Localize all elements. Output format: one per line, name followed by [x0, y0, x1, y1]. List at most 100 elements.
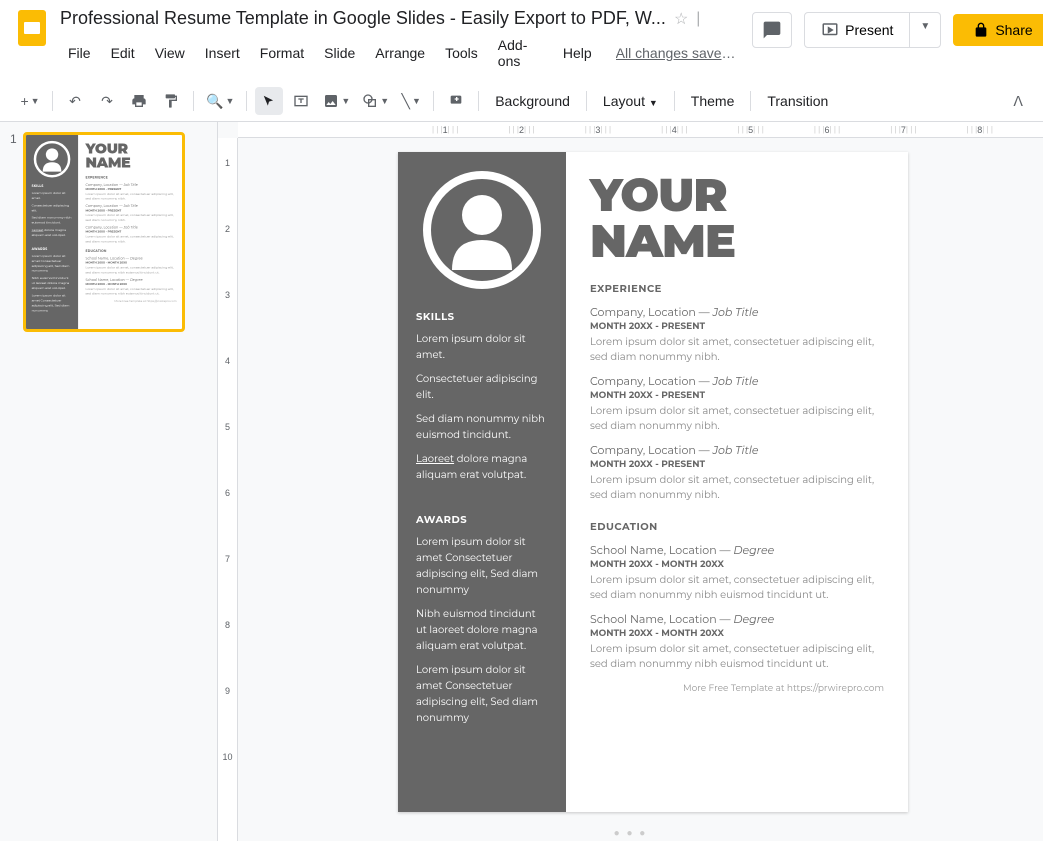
education-heading[interactable]: EDUCATION [85, 249, 176, 253]
job-entry[interactable]: Company, Location — Job Title [590, 443, 884, 457]
menu-tools[interactable]: Tools [437, 41, 486, 65]
job-entry[interactable]: Company, Location — Job Title [590, 374, 884, 388]
job-desc[interactable]: Lorem ipsum dolor sit amet, consectetuer… [85, 234, 176, 243]
edu-date[interactable]: MONTH 20XX - MONTH 20XX [85, 261, 176, 264]
skill-item[interactable]: Consectetuer adipiscing elit. [31, 203, 72, 213]
job-date[interactable]: MONTH 20XX - PRESENT [85, 230, 176, 233]
award-item[interactable]: Nibh euismod tincidunt ut laoreet dolore… [416, 606, 548, 654]
skill-item[interactable]: Laoreet dolore magna aliquam erat volutp… [416, 451, 548, 483]
menu-file[interactable]: File [60, 41, 99, 65]
collapse-toolbar-button[interactable]: ᐱ [1009, 89, 1027, 114]
award-item[interactable]: Lorem ipsum dolor sit amet Consectetuer … [31, 253, 72, 273]
image-tool[interactable]: ▼ [319, 87, 354, 115]
job-entry[interactable]: Company, Location — Job Title [85, 204, 176, 208]
skill-item[interactable]: Lorem ipsum dolor sit amet. [416, 331, 548, 363]
job-desc[interactable]: Lorem ipsum dolor sit amet, consectetuer… [590, 334, 884, 364]
transition-button[interactable]: Transition [759, 89, 836, 113]
skill-item[interactable]: Laoreet dolore magna aliquam erat volutp… [31, 228, 72, 238]
award-item[interactable]: Lorem ipsum dolor sit amet Consectetuer … [31, 293, 72, 313]
footer-link[interactable]: More Free Template at https://prwirepro.… [85, 300, 176, 303]
layout-button[interactable]: Layout ▼ [595, 89, 666, 113]
share-button[interactable]: Share [953, 14, 1043, 46]
experience-heading[interactable]: EXPERIENCE [85, 175, 176, 179]
theme-button[interactable]: Theme [683, 89, 743, 113]
skill-item[interactable]: Lorem ipsum dolor sit amet. [31, 190, 72, 200]
edu-desc[interactable]: Lorem ipsum dolor sit amet, consectetuer… [590, 641, 884, 671]
menu-format[interactable]: Format [252, 41, 312, 65]
paint-format-button[interactable] [157, 87, 185, 115]
job-entry[interactable]: Company, Location — Job Title [590, 305, 884, 319]
textbox-tool[interactable] [287, 87, 315, 115]
canvas-area[interactable]: | | | 1 | | || | | 2 | | || | | 3 | | ||… [218, 122, 1043, 841]
job-desc[interactable]: Lorem ipsum dolor sit amet, consectetuer… [590, 472, 884, 502]
footer-link[interactable]: More Free Template at https://prwirepro.… [590, 683, 884, 694]
comment-tool[interactable] [442, 87, 470, 115]
save-status[interactable]: All changes saved in ... [616, 45, 740, 61]
job-desc[interactable]: Lorem ipsum dolor sit amet, consectetuer… [590, 403, 884, 433]
job-entry[interactable]: Company, Location — Job Title [85, 225, 176, 229]
edu-entry[interactable]: School Name, Location — Degree [85, 278, 176, 282]
job-date[interactable]: MONTH 20XX - PRESENT [590, 459, 884, 470]
job-desc[interactable]: Lorem ipsum dolor sit amet, consectetuer… [85, 213, 176, 222]
resume-main[interactable]: YOUR NAME EXPERIENCE Company, Location —… [78, 135, 184, 332]
experience-heading[interactable]: EXPERIENCE [590, 282, 884, 295]
line-tool[interactable]: ╲ ▼ [397, 87, 425, 115]
print-button[interactable] [125, 87, 153, 115]
slide-panel[interactable]: 1 SKILLS Lorem ipsum dolor sit amet. Con… [0, 122, 218, 841]
resume-sidebar[interactable]: SKILLS Lorem ipsum dolor sit amet. Conse… [26, 135, 78, 332]
job-date[interactable]: MONTH 20XX - PRESENT [85, 187, 176, 190]
edu-entry[interactable]: School Name, Location — Degree [85, 256, 176, 260]
menu-help[interactable]: Help [555, 41, 600, 65]
skill-item[interactable]: Consectetuer adipiscing elit. [416, 371, 548, 403]
name-line2[interactable]: NAME [85, 155, 176, 169]
present-dropdown[interactable]: ▼ [909, 13, 940, 47]
job-desc[interactable]: Lorem ipsum dolor sit amet, consectetuer… [85, 191, 176, 200]
education-heading[interactable]: EDUCATION [590, 520, 884, 533]
shape-tool[interactable]: ▼ [358, 87, 393, 115]
slide-canvas[interactable]: SKILLS Lorem ipsum dolor sit amet. Conse… [398, 152, 908, 812]
star-icon[interactable]: ☆ [674, 9, 688, 29]
award-item[interactable]: Nibh euismod tincidunt ut laoreet dolore… [31, 276, 72, 291]
job-date[interactable]: MONTH 20XX - PRESENT [590, 390, 884, 401]
award-item[interactable]: Lorem ipsum dolor sit amet Consectetuer … [416, 662, 548, 726]
skill-item[interactable]: Sed diam nonummy nibh euismod tincidunt. [416, 411, 548, 443]
award-item[interactable]: Lorem ipsum dolor sit amet Consectetuer … [416, 534, 548, 598]
job-entry[interactable]: Company, Location — Job Title [85, 182, 176, 186]
avatar-placeholder[interactable] [33, 141, 70, 178]
avatar-placeholder[interactable] [422, 170, 542, 290]
menu-arrange[interactable]: Arrange [367, 41, 433, 65]
slide-thumbnail[interactable]: SKILLS Lorem ipsum dolor sit amet. Conse… [23, 132, 185, 332]
job-date[interactable]: MONTH 20XX - PRESENT [85, 209, 176, 212]
edu-entry[interactable]: School Name, Location — Degree [590, 612, 884, 626]
menu-view[interactable]: View [147, 41, 193, 65]
name-line2[interactable]: NAME [590, 218, 884, 264]
edu-desc[interactable]: Lorem ipsum dolor sit amet, consectetuer… [85, 287, 176, 296]
edu-date[interactable]: MONTH 20XX - MONTH 20XX [85, 283, 176, 286]
doc-title[interactable]: Professional Resume Template in Google S… [60, 8, 666, 29]
edu-date[interactable]: MONTH 20XX - MONTH 20XX [590, 559, 884, 570]
resume-sidebar[interactable]: SKILLS Lorem ipsum dolor sit amet. Conse… [398, 152, 566, 812]
select-tool[interactable] [255, 87, 283, 115]
menu-insert[interactable]: Insert [197, 41, 248, 65]
redo-button[interactable]: ↷ [93, 87, 121, 115]
resume-main[interactable]: YOUR NAME EXPERIENCE Company, Location —… [566, 152, 908, 812]
menu-slide[interactable]: Slide [316, 41, 363, 65]
new-slide-button[interactable]: + ▼ [16, 87, 44, 115]
comments-button[interactable] [752, 12, 792, 48]
present-button[interactable]: Present [805, 13, 909, 47]
awards-heading[interactable]: AWARDS [31, 247, 72, 251]
job-date[interactable]: MONTH 20XX - PRESENT [590, 321, 884, 332]
menu-edit[interactable]: Edit [103, 41, 143, 65]
menu-addons[interactable]: Add-ons [490, 33, 551, 73]
undo-button[interactable]: ↶ [61, 87, 89, 115]
zoom-button[interactable]: 🔍 ▼ [202, 87, 238, 115]
edu-desc[interactable]: Lorem ipsum dolor sit amet, consectetuer… [590, 572, 884, 602]
resize-handle[interactable]: ● ● ● [614, 828, 648, 839]
background-button[interactable]: Background [487, 89, 578, 113]
skill-item[interactable]: Sed diam nonummy nibh euismod tincidunt. [31, 215, 72, 225]
skills-heading[interactable]: SKILLS [31, 184, 72, 188]
awards-heading[interactable]: AWARDS [416, 513, 548, 526]
skills-heading[interactable]: SKILLS [416, 310, 548, 323]
edu-entry[interactable]: School Name, Location — Degree [590, 543, 884, 557]
edu-desc[interactable]: Lorem ipsum dolor sit amet, consectetuer… [85, 265, 176, 274]
